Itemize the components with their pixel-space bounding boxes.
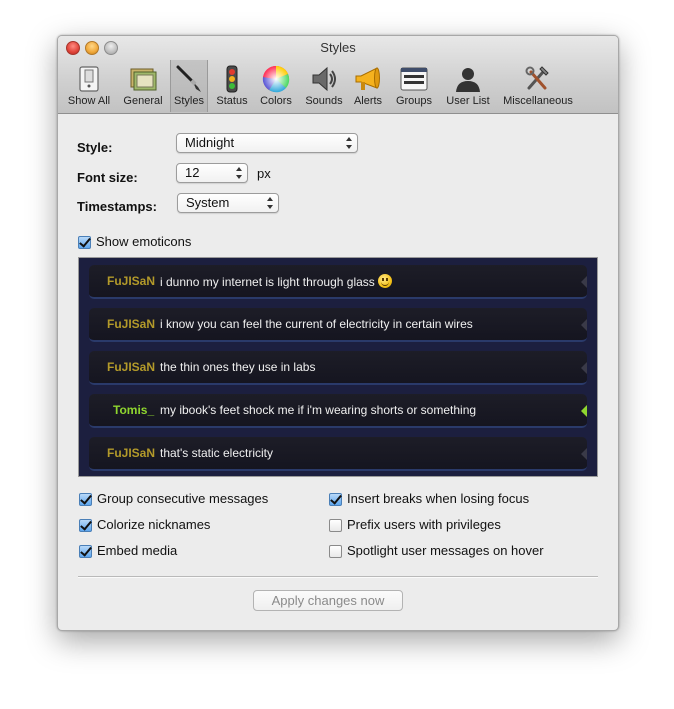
message-marker-icon <box>581 448 587 460</box>
message-marker-icon <box>581 362 587 374</box>
message-text: my ibook's feet shock me if i'm wearing … <box>160 403 477 417</box>
toolbar-label: Show All <box>67 95 111 107</box>
nickname: FuJISaN <box>107 317 156 331</box>
toolbar-label: Status <box>216 95 248 107</box>
message-text: i dunno my internet is light through gla… <box>160 274 392 289</box>
font-size-label: Font size: <box>77 170 138 185</box>
message-row: FuJISaN the thin ones they use in labs <box>89 351 587 385</box>
popup-arrows-icon <box>346 137 352 149</box>
status-traffic-light-icon <box>226 65 238 93</box>
spotlight-hover-checkbox[interactable] <box>329 545 342 558</box>
colorize-nicknames-checkbox[interactable] <box>79 519 92 532</box>
general-icon <box>130 68 157 91</box>
prefix-privileges-checkbox[interactable] <box>329 519 342 532</box>
message-text: that's static electricity <box>160 446 273 460</box>
message-row-highlighted: Tomis_ my ibook's feet shock me if i'm w… <box>89 394 587 428</box>
toolbar-label: Styles <box>174 95 204 107</box>
toolbar-item-miscellaneous[interactable]: Miscellaneous <box>498 60 578 112</box>
insert-breaks-label: Insert breaks when losing focus <box>347 491 530 506</box>
styles-pane: Style: Midnight Font size: 12 px Timesta… <box>58 114 618 630</box>
toolbar-label: Colors <box>260 95 292 107</box>
toolbar-item-user-list[interactable]: User List <box>441 60 495 112</box>
message-row: FuJISaN i dunno my internet is light thr… <box>89 265 587 299</box>
toolbar-item-status[interactable]: Status <box>212 60 252 112</box>
embed-media-label: Embed media <box>97 543 178 558</box>
timestamps-label: Timestamps: <box>77 199 157 214</box>
color-wheel-icon <box>262 65 290 93</box>
groups-icon <box>400 67 428 91</box>
message-row: FuJISaN i know you can feel the current … <box>89 308 587 342</box>
style-label: Style: <box>77 140 113 155</box>
popup-arrows-icon <box>267 197 273 209</box>
toolbar-item-sounds[interactable]: Sounds <box>301 60 347 112</box>
popup-arrows-icon <box>236 167 242 179</box>
speaker-icon <box>312 66 336 92</box>
embed-media-checkbox[interactable] <box>79 545 92 558</box>
nickname: FuJISaN <box>107 446 156 460</box>
toolbar-label: Groups <box>395 95 433 107</box>
message-text: i know you can feel the current of elect… <box>160 317 473 331</box>
nickname: Tomis_ <box>113 403 155 417</box>
timestamps-value: System <box>186 195 230 210</box>
font-size-popup[interactable]: 12 <box>176 163 248 183</box>
message-marker-icon <box>581 276 587 288</box>
toolbar-label: General <box>123 95 163 107</box>
group-consecutive-checkbox[interactable] <box>79 493 92 506</box>
apply-changes-button[interactable]: Apply changes now <box>253 590 403 611</box>
message-marker-icon <box>581 405 587 417</box>
titlebar: Styles Show All General Styles Status Co… <box>58 36 618 114</box>
font-size-unit: px <box>257 166 271 181</box>
window-title: Styles <box>320 40 356 55</box>
group-consecutive-label: Group consecutive messages <box>97 491 269 506</box>
smiley-icon <box>377 274 392 288</box>
style-popup-value: Midnight <box>185 135 235 150</box>
style-preview: FuJISaN i dunno my internet is light thr… <box>78 257 598 477</box>
message-text: the thin ones they use in labs <box>160 360 316 374</box>
toolbar-label: Sounds <box>305 95 343 107</box>
styles-preferences-window: Styles Show All General Styles Status Co… <box>57 35 619 631</box>
toolbar-item-general[interactable]: General <box>118 60 168 112</box>
colorize-nicknames-label: Colorize nicknames <box>97 517 211 532</box>
user-silhouette-icon <box>456 68 480 92</box>
separator <box>78 576 598 578</box>
nickname: FuJISaN <box>107 274 156 288</box>
show-emoticons-checkbox[interactable] <box>78 236 91 249</box>
toolbar-item-groups[interactable]: Groups <box>392 60 436 112</box>
megaphone-icon <box>355 67 380 90</box>
font-size-value: 12 <box>185 165 200 180</box>
insert-breaks-checkbox[interactable] <box>329 493 342 506</box>
style-popup[interactable]: Midnight <box>176 133 358 153</box>
toolbar-label: Miscellaneous <box>503 95 573 107</box>
timestamps-popup[interactable]: System <box>177 193 279 213</box>
toolbar-item-show-all[interactable]: Show All <box>63 60 115 112</box>
preferences-toolbar: Show All General Styles Status Colors So… <box>58 60 618 112</box>
toolbar-item-styles[interactable]: Styles <box>170 60 208 112</box>
prefix-privileges-label: Prefix users with privileges <box>347 517 501 532</box>
message-row: FuJISaN that's static electricity <box>89 437 587 471</box>
toolbar-label: User List <box>446 95 490 107</box>
toolbar-item-colors[interactable]: Colors <box>256 60 296 112</box>
show-emoticons-label: Show emoticons <box>96 234 192 249</box>
styles-brush-icon <box>176 65 201 92</box>
message-marker-icon <box>581 319 587 331</box>
toolbar-item-alerts[interactable]: Alerts <box>350 60 386 112</box>
tools-icon <box>525 66 549 90</box>
spotlight-hover-label: Spotlight user messages on hover <box>347 543 544 558</box>
toolbar-label: Alerts <box>353 95 383 107</box>
show-all-icon <box>79 66 99 92</box>
nickname: FuJISaN <box>107 360 156 374</box>
